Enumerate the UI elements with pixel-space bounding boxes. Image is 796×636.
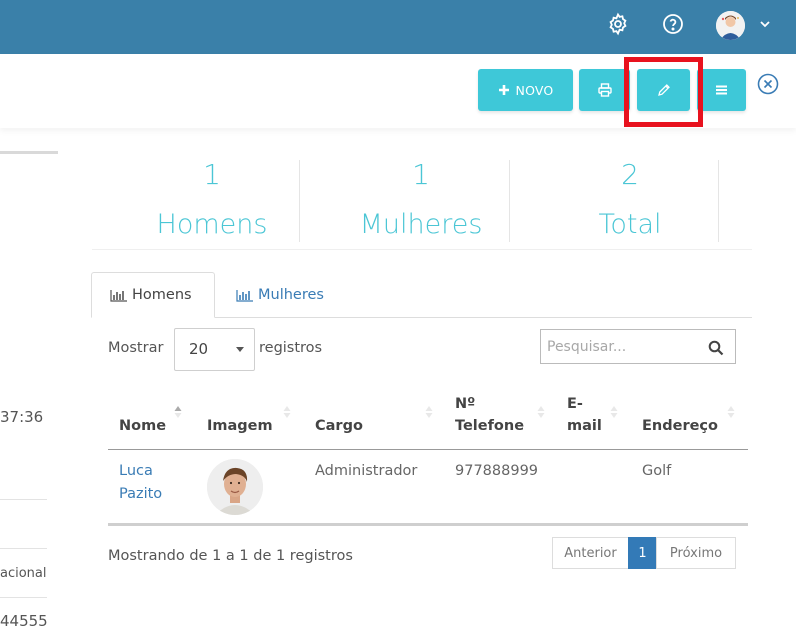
menu-button[interactable] (697, 69, 746, 111)
chevron-down-icon[interactable] (758, 16, 772, 30)
left-phone-text: 44555 (0, 612, 48, 630)
table-footer-divider (108, 523, 748, 526)
plus-icon (498, 85, 509, 95)
employee-name-first[interactable]: Luca (119, 460, 153, 483)
column-header-email-line1[interactable]: E- (567, 393, 583, 415)
column-header-endereco[interactable]: Endereço (642, 415, 718, 437)
pagination-previous[interactable]: Anterior (552, 537, 629, 569)
column-header-nome[interactable]: Nome (119, 415, 166, 437)
column-header-telefone[interactable]: Telefone (455, 415, 524, 437)
search-icon[interactable] (708, 340, 724, 356)
novo-button-label: NOVO (515, 82, 554, 98)
stat-divider (718, 160, 719, 242)
left-divider (0, 499, 47, 500)
employee-endereco: Golf (642, 463, 672, 479)
pagination-page-1[interactable]: 1 (628, 537, 657, 569)
page-size-value: 20 (189, 340, 209, 358)
bar-chart-icon (236, 289, 253, 302)
tab-mulheres-label: Mulheres (258, 287, 324, 303)
column-header-email[interactable]: mail (567, 415, 602, 437)
gear-icon[interactable] (606, 12, 630, 36)
left-time-text: 37:36 (0, 408, 44, 426)
left-divider (0, 548, 47, 549)
sort-arrows-icon[interactable] (537, 405, 545, 419)
tab-homens-label: Homens (132, 287, 192, 303)
search-placeholder: Pesquisar... (547, 339, 627, 355)
tab-mulheres[interactable]: Mulheres (236, 272, 324, 318)
highlight-box (624, 57, 703, 127)
column-header-cargo[interactable]: Cargo (315, 415, 363, 437)
employee-photo (207, 459, 263, 515)
tab-homens[interactable]: Homens (91, 272, 215, 318)
employee-telefone: 977888999 (455, 463, 539, 479)
column-header-imagem[interactable]: Imagem (207, 415, 273, 437)
stat-divider (509, 160, 510, 242)
sort-arrows-icon[interactable] (610, 405, 618, 419)
pagination-next[interactable]: Próximo (656, 537, 736, 569)
employee-cargo: Administrador (315, 463, 418, 479)
table-info: Mostrando de 1 a 1 de 1 registros (108, 548, 353, 564)
stat-mulheres-value: 1 (412, 158, 430, 191)
stat-total-value: 2 (621, 158, 639, 191)
stat-total-label: Total (598, 209, 662, 240)
stat-homens-value: 1 (203, 158, 221, 191)
column-header-telefone-line1[interactable]: Nº (455, 393, 475, 415)
sort-arrows-icon[interactable] (727, 405, 735, 419)
stats-divider (92, 249, 752, 250)
novo-button[interactable]: NOVO (478, 69, 573, 111)
hamburger-icon (716, 85, 727, 95)
caret-down-icon (236, 347, 244, 352)
page-size-select[interactable]: 20 (174, 328, 255, 371)
show-label: Mostrar (108, 340, 164, 356)
stat-homens-label: Homens (156, 209, 268, 240)
stat-divider (299, 160, 300, 242)
left-divider (0, 597, 47, 598)
sort-arrows-icon[interactable] (283, 405, 291, 419)
close-circle-icon[interactable] (757, 73, 779, 95)
help-circle-icon[interactable] (661, 12, 685, 36)
stat-mulheres-label: Mulheres (359, 209, 483, 240)
printer-icon (597, 83, 612, 97)
bar-chart-icon (110, 289, 127, 302)
sort-arrows-icon[interactable] (174, 405, 182, 419)
search-input[interactable]: Pesquisar... (540, 329, 736, 364)
table-header-divider (108, 449, 748, 450)
sort-arrows-icon[interactable] (425, 405, 433, 419)
print-button[interactable] (579, 69, 630, 111)
employee-name-last[interactable]: Pazito (119, 483, 162, 506)
user-avatar[interactable] (716, 11, 745, 40)
left-detail-panel (0, 151, 58, 636)
records-label: registros (259, 340, 323, 356)
left-nationality-text: acional (0, 566, 47, 581)
